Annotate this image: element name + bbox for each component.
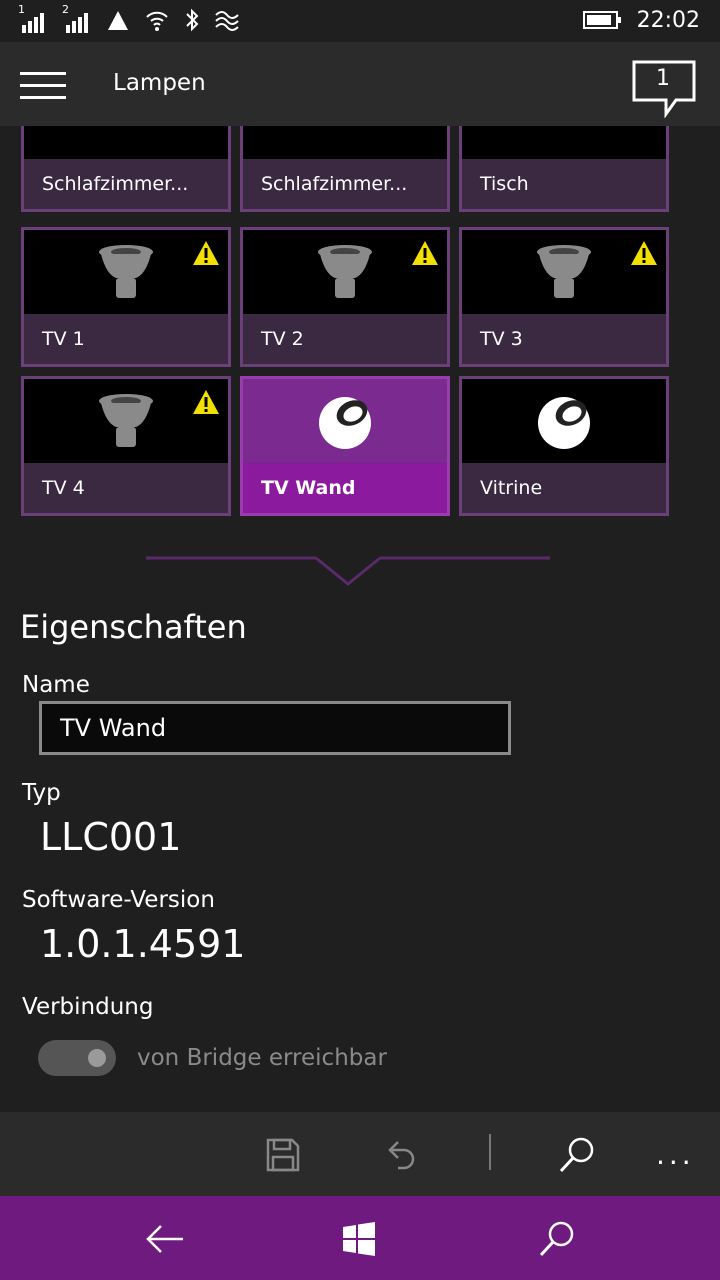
lamp-tile[interactable]: Tisch	[459, 126, 669, 212]
search-nav-button[interactable]	[534, 1216, 580, 1262]
name-input[interactable]	[39, 701, 511, 755]
warning-icon	[192, 240, 220, 270]
properties-heading: Eigenschaften	[20, 608, 247, 646]
lamp-tile-label: Vitrine	[480, 477, 543, 499]
lamp-image	[462, 230, 666, 314]
spot-bulb-icon	[536, 244, 592, 306]
lamp-tile[interactable]: TV Wand	[240, 376, 450, 516]
roaming-triangle-icon	[108, 11, 128, 30]
warning-icon	[192, 389, 220, 419]
nfc-wave-icon	[215, 11, 239, 31]
command-separator	[489, 1134, 491, 1170]
lamp-image	[24, 126, 228, 159]
lamp-tile-label: Tisch	[480, 173, 529, 195]
lamp-tile-label: TV 4	[42, 477, 85, 499]
command-bar: ...	[0, 1112, 720, 1196]
save-icon	[266, 1138, 300, 1172]
signal-sim2-icon: 2	[62, 3, 92, 33]
connection-status-text: von Bridge erreichbar	[137, 1045, 387, 1071]
bluetooth-icon	[186, 8, 199, 32]
hamburger-menu-icon[interactable]	[20, 72, 66, 100]
connection-toggle[interactable]	[38, 1040, 116, 1076]
lamp-image	[24, 379, 228, 463]
lamp-tile[interactable]: TV 2	[240, 227, 450, 367]
type-value: LLC001	[40, 815, 182, 859]
lamp-image	[243, 379, 447, 463]
lamp-tile[interactable]: TV 3	[459, 227, 669, 367]
signal-sim1-icon: 1	[18, 3, 48, 33]
app-header: Lampen 1	[0, 42, 720, 126]
windows-start-button[interactable]	[336, 1216, 382, 1262]
lamp-tile[interactable]: TV 4	[21, 376, 231, 516]
connection-label: Verbindung	[22, 994, 154, 1020]
status-bar: 1 2 22:02	[0, 0, 720, 42]
living-colors-icon	[317, 393, 373, 453]
warning-icon	[411, 240, 439, 270]
lamp-image	[462, 379, 666, 463]
warning-icon	[630, 240, 658, 270]
notification-button[interactable]: 1	[632, 60, 696, 118]
more-options-button[interactable]: ...	[656, 1138, 695, 1171]
software-version-label: Software-Version	[22, 887, 215, 913]
clock: 22:02	[636, 7, 700, 33]
lamp-tile-label: TV 1	[42, 328, 85, 350]
search-icon	[559, 1137, 594, 1173]
lamp-tile-label: Schlafzimmer...	[42, 173, 189, 195]
wifi-icon	[146, 11, 168, 31]
spot-bulb-icon	[317, 244, 373, 306]
sim1-number: 1	[18, 3, 25, 16]
lamp-grid: Schlafzimmer... Schlafzimmer... Tisch TV 1 T…	[0, 126, 720, 520]
save-button[interactable]	[258, 1130, 308, 1180]
search-button[interactable]	[552, 1130, 602, 1180]
battery-icon	[582, 11, 621, 29]
undo-button[interactable]	[376, 1130, 426, 1180]
page-title: Lampen	[113, 70, 206, 96]
name-label: Name	[22, 672, 90, 698]
lamp-tile-label: TV 2	[261, 328, 304, 350]
expand-chevron-divider[interactable]	[146, 552, 550, 592]
navigation-bar	[0, 1196, 720, 1280]
notification-count: 1	[656, 66, 670, 91]
lamp-image	[24, 230, 228, 314]
lamp-tile-label: Schlafzimmer...	[261, 173, 408, 195]
lamp-tile-label: TV 3	[480, 328, 523, 350]
lamp-image	[243, 230, 447, 314]
lamp-image	[243, 126, 447, 159]
back-arrow-icon	[146, 1225, 183, 1253]
lamp-tile[interactable]: Schlafzimmer...	[240, 126, 450, 212]
lamp-tile[interactable]: Schlafzimmer...	[21, 126, 231, 212]
toggle-knob	[88, 1049, 106, 1067]
lamp-tile-label: TV Wand	[261, 477, 356, 499]
spot-bulb-icon	[98, 244, 154, 306]
undo-icon	[388, 1141, 415, 1170]
software-version-value: 1.0.1.4591	[40, 922, 246, 966]
search-icon	[539, 1221, 574, 1257]
lamp-image	[462, 126, 666, 159]
back-button[interactable]	[142, 1216, 188, 1262]
living-colors-icon	[536, 393, 592, 453]
spot-bulb-icon	[98, 393, 154, 455]
sim2-number: 2	[62, 3, 69, 16]
type-label: Typ	[22, 780, 61, 806]
lamp-tile[interactable]: TV 1	[21, 227, 231, 367]
lamp-tile[interactable]: Vitrine	[459, 376, 669, 516]
windows-logo-icon	[343, 1222, 375, 1256]
